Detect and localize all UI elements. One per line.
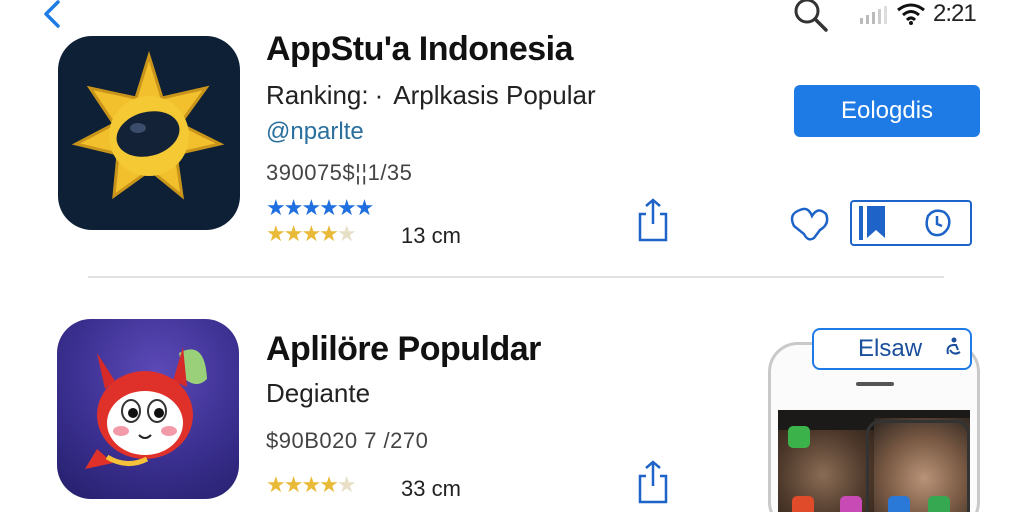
app-icon-appstua[interactable]: [58, 36, 240, 230]
separator-dot: ·: [374, 80, 384, 110]
app-subtitle: Degiante: [266, 378, 371, 408]
preview-screenshot[interactable]: [778, 410, 970, 512]
bookmark-icon[interactable]: [855, 202, 893, 244]
app-subtitle: Ranking: · Arplkasis Popular: [266, 80, 596, 111]
wifi-icon: [897, 3, 925, 25]
app-title[interactable]: Aplilöre Populdar: [266, 330, 541, 369]
app-title[interactable]: AppStu'a Indonesia: [266, 30, 574, 69]
preview-app-icon: [928, 496, 950, 512]
price-text: 390075$¦¦1/35: [266, 160, 413, 185]
fox-character-icon: [85, 347, 207, 469]
preview-inner-phone: [866, 420, 970, 512]
search-icon[interactable]: [790, 0, 830, 34]
rating-stars-blue: ★★★★★★: [266, 195, 374, 220]
price-text: $90B020 7 /270: [266, 428, 429, 453]
share-icon[interactable]: [636, 460, 670, 504]
share-icon[interactable]: [636, 198, 670, 242]
app-size: 33 cm: [401, 476, 461, 501]
rating-stars: ★★★★★: [266, 472, 357, 497]
row-divider: [88, 276, 944, 278]
status-time: 2:21: [933, 0, 977, 27]
ranking-value: Arplkasis Popular: [393, 80, 596, 110]
rating-stars: ★★★★★: [266, 221, 357, 246]
developer-link[interactable]: @nparlte: [266, 118, 364, 146]
accessibility-icon[interactable]: [942, 336, 964, 358]
history-icon[interactable]: [920, 206, 954, 240]
preview-app-icon: [792, 496, 814, 512]
phone-speaker: [856, 382, 894, 386]
cellular-signal-icon: [860, 6, 887, 24]
like-icon[interactable]: [786, 200, 832, 244]
get-button[interactable]: Eologdis: [794, 85, 980, 137]
preview-app-icon: [840, 496, 862, 512]
preview-app-icon: [888, 496, 910, 512]
app-icon-aplilore[interactable]: [57, 319, 239, 499]
preview-app-icon: [788, 426, 810, 448]
sun-character-icon: [71, 50, 225, 200]
app-size: 13 cm: [401, 223, 461, 248]
back-chevron-icon[interactable]: [38, 0, 68, 30]
ranking-label: Ranking:: [266, 80, 369, 110]
